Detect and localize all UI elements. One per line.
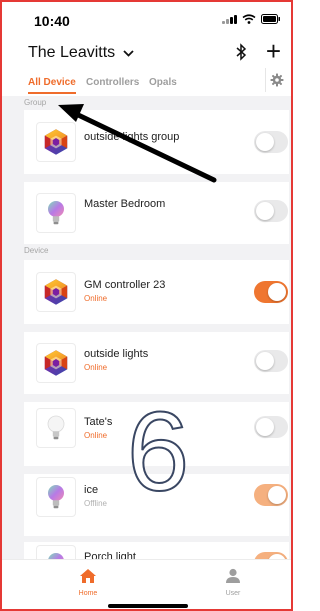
device-toggle[interactable] (254, 484, 288, 506)
home-indicator (108, 604, 188, 608)
device-status: Online (84, 431, 108, 440)
group-card[interactable]: Master Bedroom (24, 182, 289, 244)
white-bulb-icon (36, 408, 76, 448)
add-icon[interactable]: + (266, 38, 281, 64)
device-toggle[interactable] (254, 350, 288, 372)
device-status: Online (84, 294, 108, 303)
bluetooth-icon[interactable] (235, 43, 247, 61)
active-tab-underline (28, 92, 76, 94)
tab-user-label: User (225, 590, 241, 597)
color-bulb-icon (36, 193, 76, 233)
group-name: outside lights group (84, 131, 180, 143)
group-toggle[interactable] (254, 200, 288, 222)
controller-hexagon-icon (36, 343, 76, 383)
section-label-device: Device (24, 246, 49, 255)
phone-frame: 10:40 The Leavitts + All Device Controll… (0, 0, 293, 611)
device-status: Offline (84, 499, 107, 508)
controller-hexagon-icon (36, 272, 76, 312)
battery-icon (261, 14, 280, 24)
status-icons (222, 14, 281, 24)
tab-home[interactable]: Home (68, 568, 108, 597)
device-card[interactable]: ice Offline (24, 474, 289, 536)
group-card[interactable]: outside lights group (24, 110, 289, 174)
settings-icon[interactable] (265, 68, 287, 92)
signal-icon (222, 14, 237, 24)
header: The Leavitts + (2, 34, 291, 74)
device-card[interactable]: GM controller 23 Online (24, 260, 289, 324)
device-name: Tate's (84, 416, 113, 428)
controller-hexagon-icon (36, 122, 76, 162)
home-selector[interactable]: The Leavitts (28, 44, 134, 62)
status-bar: 10:40 (2, 2, 291, 34)
device-tabs: All Device Controllers Opals (2, 68, 291, 96)
device-card[interactable]: Tate's Online (24, 402, 289, 466)
tab-home-label: Home (78, 590, 98, 597)
tab-opals[interactable]: Opals (149, 77, 177, 88)
user-icon (226, 568, 240, 583)
home-icon (80, 569, 96, 583)
wifi-icon (242, 14, 256, 24)
color-bulb-icon (36, 477, 76, 517)
device-card[interactable]: outside lights Online (24, 332, 289, 394)
chevron-down-icon (123, 49, 134, 57)
tab-controllers[interactable]: Controllers (86, 77, 139, 88)
tab-all-device[interactable]: All Device (28, 77, 76, 88)
device-name: ice (84, 484, 99, 496)
status-time: 10:40 (34, 13, 70, 29)
section-label-group: Group (24, 98, 47, 107)
device-name: outside lights (84, 348, 149, 360)
tab-user[interactable]: User (213, 568, 253, 597)
device-toggle[interactable] (254, 416, 288, 438)
gear-icon (270, 73, 283, 87)
device-name: GM controller 23 (84, 279, 166, 291)
device-status: Online (84, 363, 108, 372)
device-toggle[interactable] (254, 281, 288, 303)
group-toggle[interactable] (254, 131, 288, 153)
group-name: Master Bedroom (84, 198, 166, 210)
home-name: The Leavitts (28, 44, 116, 61)
